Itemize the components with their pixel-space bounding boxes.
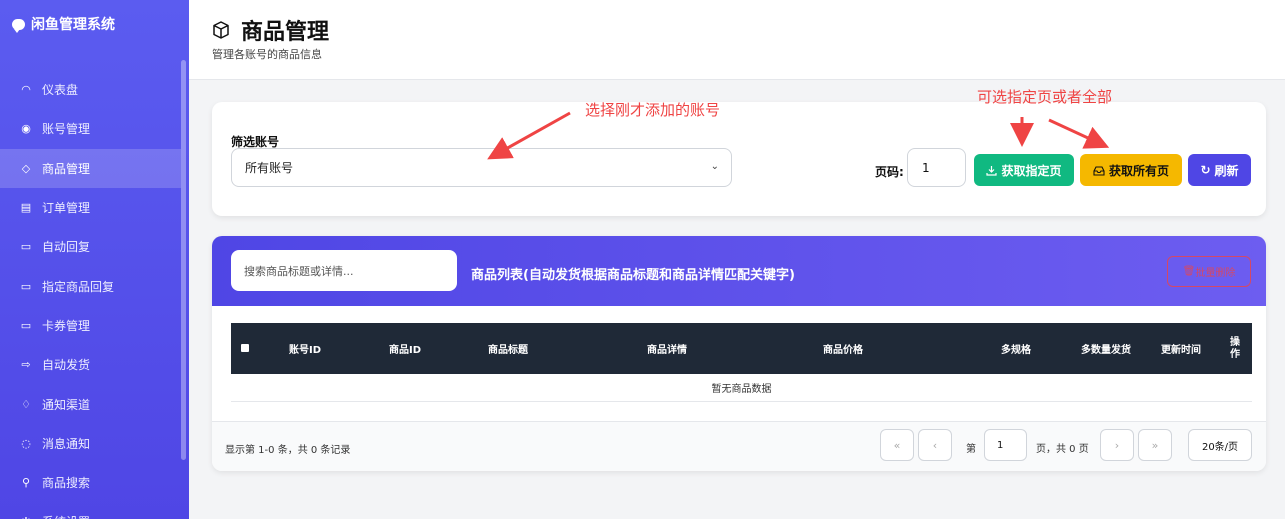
sidebar-item[interactable]: ▭ 卡券管理 xyxy=(0,306,181,345)
page-header: 商品管理 管理各账号的商品信息 xyxy=(189,0,1285,80)
bulk-delete-button[interactable]: 🗑 批量删除 xyxy=(1167,256,1251,287)
sidebar-item-label: 卡券管理 xyxy=(42,318,91,333)
box-icon: ◇ xyxy=(21,161,31,175)
sidebar: 闲鱼管理系统 ◠ 仪表盘 ◉ 账号管理 ◇ 商品管理 ▤ 订单管理 ▭ 自动回复 ▭ 指定商品回复 ▭ 卡… xyxy=(0,0,189,519)
sidebar-item-label: 指定商品回复 xyxy=(42,279,115,294)
page-subtitle: 管理各账号的商品信息 xyxy=(212,48,322,61)
account-select-value: 所有账号 xyxy=(245,161,294,175)
fetch-page-button[interactable]: 获取指定页 xyxy=(974,154,1074,186)
double-chevron-right-icon: » xyxy=(1151,438,1159,452)
box-icon xyxy=(213,21,229,39)
record-count: 显示第 1-0 条，共 0 条记录 xyxy=(225,445,351,456)
brand: 闲鱼管理系统 xyxy=(12,14,115,34)
refresh-icon: ↻ xyxy=(1200,163,1211,177)
select-all-checkbox[interactable] xyxy=(241,344,249,352)
trash-icon: 🗑 xyxy=(1182,266,1196,277)
refresh-button[interactable]: ↻ 刷新 xyxy=(1188,154,1251,186)
bulk-delete-label: 批量删除 xyxy=(1195,268,1236,279)
sidebar-item[interactable]: ⇨ 自动发货 xyxy=(0,345,181,384)
chevron-left-icon: ‹ xyxy=(932,438,938,452)
page-number-label: 页码: xyxy=(875,165,904,179)
page-title-text: 商品管理 xyxy=(241,20,330,45)
next-page-button[interactable]: › xyxy=(1100,429,1134,461)
sidebar-item-label: 通知渠道 xyxy=(42,397,91,412)
column-header[interactable]: 更新时间 xyxy=(1161,323,1201,374)
sidebar-item-label: 商品管理 xyxy=(42,161,91,176)
sidebar-item-label: 消息通知 xyxy=(42,436,91,451)
chat-bubble-icon xyxy=(12,18,25,33)
sidebar-item[interactable]: ▭ 指定商品回复 xyxy=(0,266,181,305)
annotation-choose-page: 可选指定页或者全部 xyxy=(977,88,1113,106)
sidebar-item[interactable]: ♢ 通知渠道 xyxy=(0,384,181,423)
annotation-select-account: 选择刚才添加的账号 xyxy=(585,101,721,119)
chat-icon: ▭ xyxy=(20,240,32,254)
sidebar-scrollbar[interactable] xyxy=(181,60,186,460)
list-header: 搜索商品标题或详情... 商品列表(自动发货根据商品标题和商品详情匹配关键字) … xyxy=(212,236,1266,306)
per-page-select[interactable]: 20条/页 xyxy=(1188,429,1252,461)
refresh-label: 刷新 xyxy=(1214,163,1239,178)
sidebar-item-label: 账号管理 xyxy=(42,122,91,137)
sidebar-item[interactable]: ▤ 订单管理 xyxy=(0,188,181,227)
prev-page-button[interactable]: ‹ xyxy=(918,429,952,461)
download-icon xyxy=(986,165,998,176)
product-search-input[interactable]: 搜索商品标题或详情... xyxy=(231,250,457,291)
column-header[interactable]: 商品ID xyxy=(389,323,421,374)
fetch-page-label: 获取指定页 xyxy=(1001,163,1062,178)
sidebar-item-label: 仪表盘 xyxy=(42,83,79,98)
brand-name: 闲鱼管理系统 xyxy=(31,17,115,33)
sidebar-item-label: 商品搜索 xyxy=(42,476,91,491)
search-icon: ⚲ xyxy=(21,476,31,490)
chevron-right-icon: › xyxy=(1114,438,1120,452)
fetch-all-label: 获取所有页 xyxy=(1108,163,1169,178)
filter-card: 筛选账号 所有账号 ⌄ 页码: 1 获取指定页 获取所有页 ↻ 刷新 xyxy=(212,102,1266,216)
sidebar-item-label: 自动发货 xyxy=(42,358,91,373)
double-chevron-left-icon: « xyxy=(893,438,901,452)
page-prefix: 第 xyxy=(966,444,976,455)
account-select[interactable]: 所有账号 ⌄ xyxy=(231,148,732,187)
sidebar-menu: ◠ 仪表盘 ◉ 账号管理 ◇ 商品管理 ▤ 订单管理 ▭ 自动回复 ▭ 指定商品回复 ▭ 卡券管理 ⇨ 自动发… xyxy=(0,70,181,519)
sidebar-item[interactable]: ◠ 仪表盘 xyxy=(0,70,181,109)
sidebar-item[interactable]: ✲系统设置 xyxy=(0,502,181,519)
dashboard-icon: ◠ xyxy=(21,83,31,97)
page-number-input[interactable]: 1 xyxy=(907,148,966,187)
first-page-button[interactable]: « xyxy=(880,429,914,461)
sidebar-item[interactable]: ⚲ 商品搜索 xyxy=(0,463,181,502)
goto-page-input[interactable]: 1 xyxy=(984,429,1027,461)
bell-icon: ♢ xyxy=(21,397,31,411)
table-footer: 显示第 1-0 条，共 0 条记录 « ‹ 第 1 页，共 0 页 › » 20… xyxy=(212,421,1266,471)
column-header[interactable]: 商品标题 xyxy=(488,323,528,374)
user-circle-icon: ◉ xyxy=(21,122,31,136)
fetch-all-button[interactable]: 获取所有页 xyxy=(1080,154,1182,186)
list-title: 商品列表(自动发货根据商品标题和商品详情匹配关键字) xyxy=(471,268,795,283)
sidebar-item[interactable]: ◉ 账号管理 xyxy=(0,109,181,148)
card-icon: ▭ xyxy=(20,318,32,332)
column-header[interactable]: 多数量发货 xyxy=(1081,323,1131,374)
last-page-button[interactable]: » xyxy=(1138,429,1172,461)
product-list-card: 搜索商品标题或详情... 商品列表(自动发货根据商品标题和商品详情匹配关键字) … xyxy=(212,236,1266,471)
chat-square-icon: ▭ xyxy=(20,279,32,293)
receipt-icon: ▤ xyxy=(20,201,32,215)
column-header[interactable]: 操作 xyxy=(1229,323,1241,374)
column-header[interactable]: 商品价格 xyxy=(823,323,863,374)
column-header[interactable]: 多规格 xyxy=(1001,323,1031,374)
sidebar-item-label: 自动回复 xyxy=(42,240,91,255)
page-total: 页，共 0 页 xyxy=(1036,444,1089,455)
message-icon: ◌ xyxy=(21,436,31,450)
empty-table-message: 暂无商品数据 xyxy=(231,374,1252,402)
sidebar-item[interactable]: ◇ 商品管理 xyxy=(0,148,181,188)
page-title: 商品管理 xyxy=(211,14,329,46)
column-header[interactable]: 商品详情 xyxy=(647,323,687,374)
truck-icon: ⇨ xyxy=(21,358,31,372)
inbox-icon xyxy=(1093,165,1105,176)
sidebar-item-label: 系统设置 xyxy=(42,513,90,519)
table-header: 账号ID 商品ID 商品标题 商品详情 商品价格 多规格 多数量发货 更新时间 … xyxy=(231,323,1252,374)
sidebar-item-label: 订单管理 xyxy=(42,201,91,216)
sidebar-item[interactable]: ▭ 自动回复 xyxy=(0,227,181,266)
chevron-down-icon: ⌄ xyxy=(710,161,719,172)
column-header[interactable]: 账号ID xyxy=(289,323,321,374)
sidebar-item[interactable]: ◌ 消息通知 xyxy=(0,424,181,463)
